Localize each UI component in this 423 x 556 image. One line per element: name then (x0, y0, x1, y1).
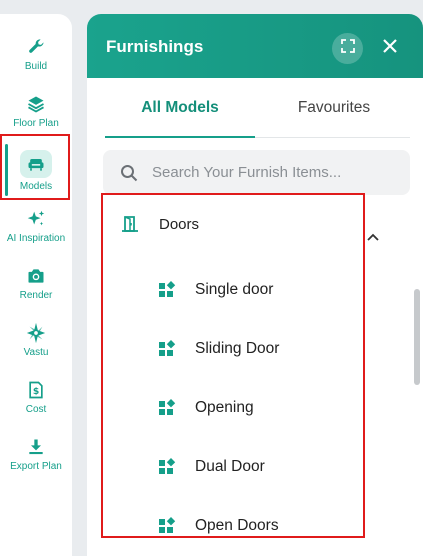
sidebar-item-label: Vastu (23, 347, 49, 358)
expand-icon (340, 39, 355, 58)
sidebar-item-label: Render (19, 290, 53, 301)
sparkles-icon (25, 208, 47, 230)
item-label: Sliding Door (195, 340, 280, 357)
sidebar-item-vastu[interactable]: Vastu (0, 316, 72, 368)
list-item[interactable]: Dual Door (157, 447, 357, 487)
sidebar-item-build[interactable]: Build (0, 30, 72, 82)
sidebar-item-label: Export Plan (10, 461, 62, 472)
sidebar-item-label: Models (19, 181, 53, 192)
item-label: Single door (195, 281, 274, 298)
model-icon (157, 280, 177, 300)
search-box (103, 150, 410, 195)
item-label: Open Doors (195, 517, 279, 534)
panel-tabs: All Models Favourites (87, 78, 423, 140)
sidebar-item-render[interactable]: Render (0, 259, 72, 311)
sofa-icon (20, 150, 52, 178)
expand-button[interactable] (332, 33, 363, 64)
sidebar-item-label: Floor Plan (13, 118, 59, 129)
model-icon (157, 516, 177, 536)
panel-header: Furnishings (87, 14, 423, 78)
item-label: Opening (195, 399, 254, 416)
tab-all-models[interactable]: All Models (96, 78, 264, 138)
sidebar-item-ai-inspiration[interactable]: AI Inspiration (0, 202, 72, 254)
model-list: Doors Single door Sliding Door Opening D… (87, 198, 423, 556)
left-sidebar: Build Floor Plan Models AI Inspiration R… (0, 14, 72, 556)
close-icon (382, 38, 398, 59)
list-item[interactable]: Sliding Door (157, 329, 357, 369)
search-icon (120, 164, 138, 182)
active-tab-indicator (105, 136, 255, 138)
list-item[interactable]: Open Doors (157, 506, 357, 546)
download-icon (25, 436, 47, 458)
compass-star-icon (25, 322, 47, 344)
panel-title: Furnishings (106, 37, 204, 56)
model-icon (157, 398, 177, 418)
wrench-icon (25, 36, 47, 58)
category-label: Doors (159, 215, 200, 233)
sidebar-item-models[interactable]: Models (0, 144, 72, 198)
sidebar-item-cost[interactable]: $ Cost (0, 373, 72, 425)
model-icon (157, 339, 177, 359)
tab-favourites[interactable]: Favourites (250, 78, 418, 138)
list-item[interactable]: Opening (157, 388, 357, 428)
list-item[interactable]: Single door (157, 270, 357, 310)
item-label: Dual Door (195, 458, 265, 475)
model-icon (157, 457, 177, 477)
sidebar-item-label: Cost (25, 404, 47, 415)
furnishings-panel: Furnishings All Models Favourites Doors (87, 14, 423, 556)
door-icon (121, 215, 139, 233)
category-doors[interactable]: Doors (103, 204, 373, 244)
svg-text:$: $ (33, 386, 39, 397)
sidebar-item-floor-plan[interactable]: Floor Plan (0, 87, 72, 139)
close-button[interactable] (377, 35, 403, 61)
sidebar-item-label: Build (24, 61, 48, 72)
camera-icon (25, 265, 47, 287)
search-input[interactable] (150, 163, 394, 182)
sidebar-item-export-plan[interactable]: Export Plan (0, 430, 72, 482)
sidebar-item-label: AI Inspiration (6, 233, 66, 244)
layers-icon (25, 93, 47, 115)
cost-icon: $ (25, 379, 47, 401)
chevron-up-icon[interactable] (366, 230, 380, 244)
scrollbar-thumb[interactable] (414, 289, 420, 385)
